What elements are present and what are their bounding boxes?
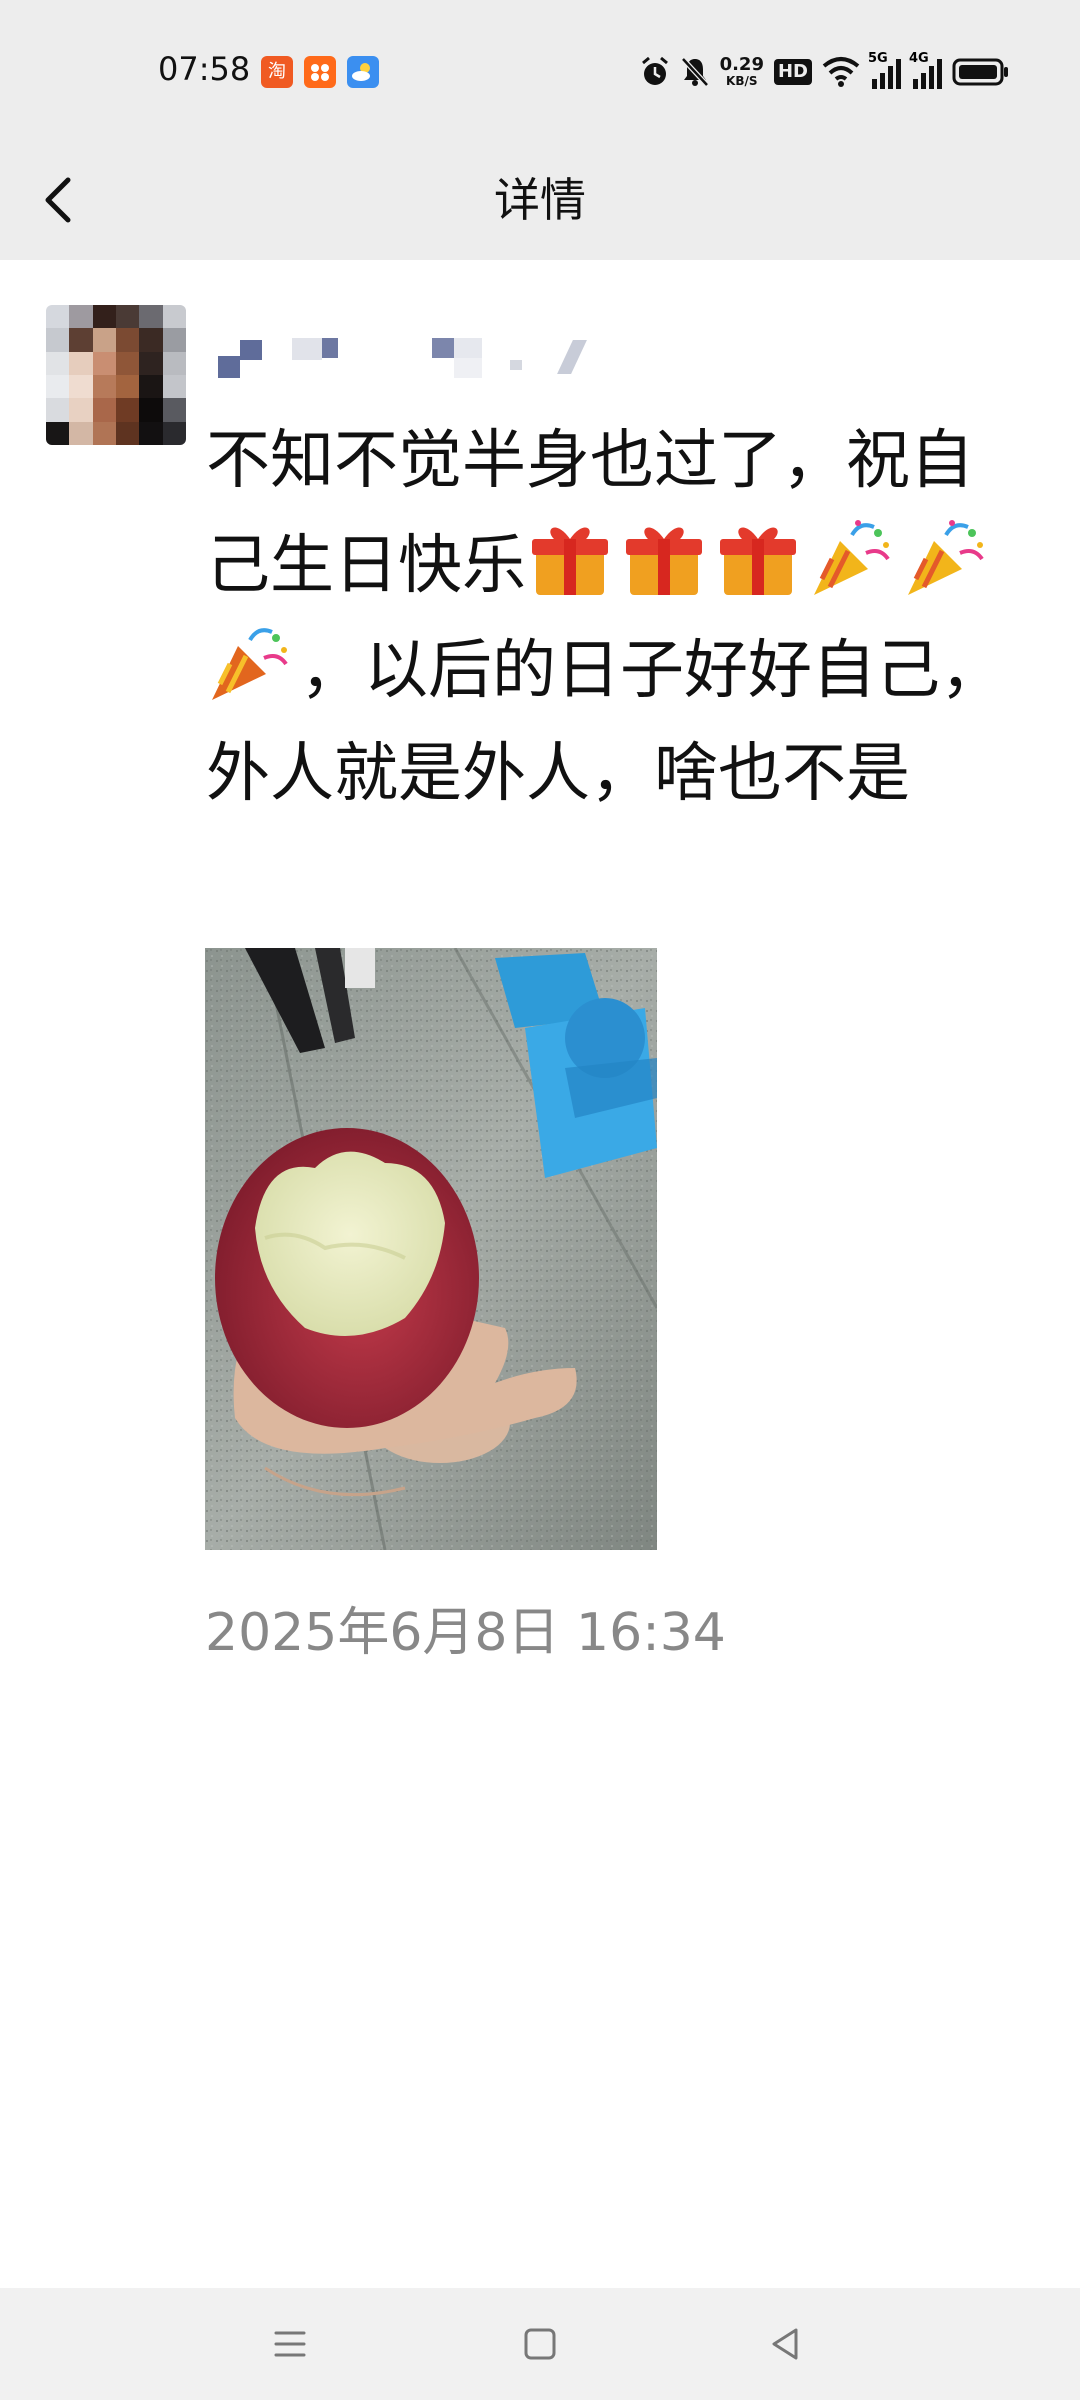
menu-button[interactable] (262, 2316, 318, 2372)
status-time: 07:58 (158, 50, 251, 88)
weather-app-icon (347, 56, 379, 88)
hd-badge: HD (773, 59, 812, 85)
signal-4g: 4G (909, 51, 942, 89)
party-popper-icon (814, 520, 890, 595)
net-speed-unit: KB/S (726, 74, 758, 88)
gift-icon (532, 527, 608, 595)
username-blurred[interactable] (210, 330, 610, 380)
party-popper-icon (212, 628, 288, 700)
net-speed-value: 0.29 (719, 54, 764, 75)
back-nav-button[interactable] (758, 2316, 814, 2372)
status-bar: 07:58 淘 0.29 KB/S HD 5G 4G (0, 0, 1080, 140)
mute-bell-icon (680, 57, 709, 87)
net-speed: 0.29 KB/S (719, 54, 764, 89)
battery-icon (952, 58, 1008, 86)
gift-icon (720, 527, 796, 595)
party-popper-icon (908, 520, 984, 595)
alarm-icon (641, 56, 668, 85)
page-title: 详情 (494, 173, 586, 227)
post-image[interactable] (205, 948, 657, 1550)
status-icons: 0.29 KB/S HD 5G 4G (640, 50, 1010, 94)
apple-photo (205, 948, 657, 1550)
triangle-back-icon (772, 2328, 798, 2360)
system-nav-bar (0, 2288, 1080, 2400)
post-text: 不知不觉半身也过了，祝自己生日快乐，以后的日子好好自己，外人就是外人，啥也不是 (206, 410, 1036, 826)
post-timestamp: 2025年6月8日 16:34 (205, 1603, 726, 1663)
wifi-icon (822, 57, 860, 87)
signal-4g-label: 4G (909, 51, 929, 66)
square-home-icon (524, 2328, 556, 2360)
gift-icon (626, 527, 702, 595)
moment-detail: 不知不觉半身也过了，祝自己生日快乐，以后的日子好好自己，外人就是外人，啥也不是 … (0, 260, 1080, 2288)
home-button[interactable] (512, 2316, 568, 2372)
taobao-app-icon: 淘 (261, 56, 293, 88)
signal-5g: 5G (868, 51, 901, 89)
avatar[interactable] (46, 305, 186, 445)
hd-label: HD (777, 61, 808, 82)
header: 详情 (0, 140, 1080, 260)
shopping-app-icon (304, 56, 336, 88)
post-text-part-2: ，以后的日子好好自己，外人就是外人，啥也不是 (206, 634, 1004, 811)
menu-icon (274, 2331, 306, 2357)
signal-5g-label: 5G (868, 51, 888, 66)
